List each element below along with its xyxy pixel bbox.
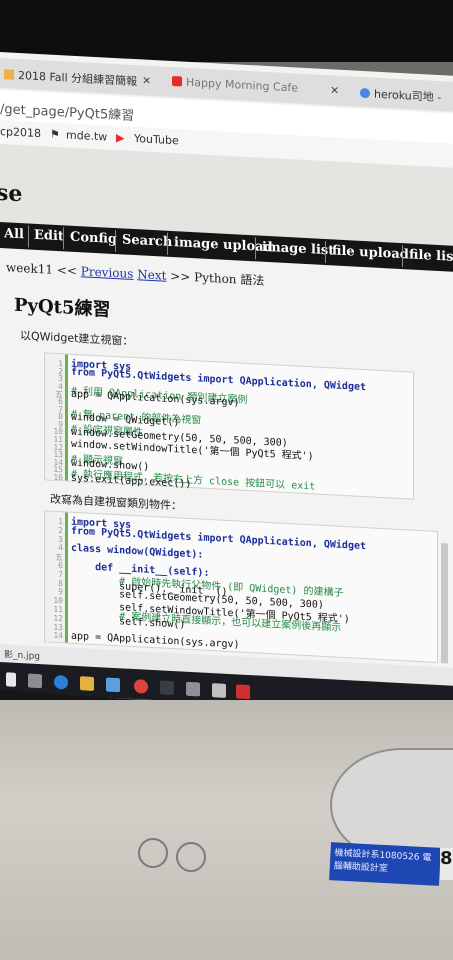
tab-heroku[interactable]: heroku司地 - — [360, 85, 441, 105]
tab-label: heroku司地 - — [374, 87, 442, 105]
outro-text: 改寫為自建視窗類別物件： — [50, 492, 182, 513]
close-icon[interactable]: × — [330, 83, 339, 96]
download-filename[interactable]: 影_n.jpg — [4, 647, 40, 662]
intro-text: 以QWidget建立視窗： — [20, 329, 134, 348]
monitor-screen: 2018 Fall 分組練習簡報 × Happy Morning Cafe × … — [0, 52, 453, 717]
menu-divider — [167, 232, 168, 255]
store-icon[interactable] — [106, 677, 120, 693]
app-icon[interactable] — [212, 683, 226, 698]
bookmark-cp2018[interactable]: cp2018 — [0, 125, 41, 140]
code-block-1: 1 import sys 2 from PyQt5.QtWidgets import … — [44, 352, 414, 500]
menu-divider — [115, 230, 116, 253]
menu-image-list[interactable]: image list — [262, 240, 334, 259]
previous-link[interactable]: Previous — [81, 264, 134, 281]
folder-icon[interactable] — [80, 676, 94, 691]
tab-youtube[interactable]: Happy Morning Cafe — [172, 75, 298, 95]
line-number: 14 — [53, 631, 63, 641]
edge-icon[interactable] — [54, 674, 68, 690]
code-line: class window(QWidget): — [71, 543, 204, 562]
app-icon[interactable] — [160, 680, 174, 696]
youtube-icon: ▶ — [116, 131, 125, 145]
asset-sticker: 機械設計系1080526 電腦輔助設計室 — [329, 842, 441, 886]
bookmark-youtube[interactable]: YouTube — [134, 132, 179, 147]
breadcrumb-prefix: week11 << — [6, 260, 81, 279]
app-icon[interactable] — [236, 684, 250, 700]
page-scrollbar[interactable] — [441, 543, 448, 664]
menu-divider — [255, 237, 256, 260]
photo-scene: 2018 Fall 分組練習簡報 × Happy Morning Cafe × … — [0, 0, 453, 960]
menu-config[interactable]: Config — [70, 230, 117, 247]
menu-divider — [402, 245, 403, 268]
close-icon[interactable]: × — [142, 73, 151, 86]
asset-number: 8 — [440, 848, 453, 880]
line-number: 16 — [53, 472, 63, 483]
menu-divider — [28, 225, 29, 248]
menu-image-upload[interactable]: image upload — [174, 235, 273, 255]
code-line: app = QApplication(sys.argv) — [71, 631, 240, 651]
app-icon[interactable] — [186, 681, 200, 697]
ring-mark — [138, 838, 168, 868]
menu-file-upload[interactable]: file upload — [332, 243, 409, 262]
next-link[interactable]: Next — [137, 267, 166, 283]
menu-file-list[interactable]: file list — [409, 247, 453, 265]
youtube-icon — [172, 76, 182, 87]
tab-label: 2018 Fall 分組練習簡報 — [18, 68, 138, 89]
breadcrumb: week11 << Previous Next >> Python 語法 — [6, 258, 264, 289]
google-icon — [360, 87, 370, 99]
menu-search[interactable]: Search — [122, 232, 172, 250]
bookmark-mde[interactable]: mde.tw — [66, 128, 107, 143]
menu-divider — [63, 227, 64, 250]
task-view-icon[interactable] — [28, 673, 42, 689]
monitor-top-bezel — [0, 0, 453, 62]
breadcrumb-suffix: >> Python 語法 — [166, 268, 265, 288]
tab-presentation[interactable]: 2018 Fall 分組練習簡報 — [4, 66, 137, 89]
document-icon — [4, 69, 14, 80]
menu-all[interactable]: All — [4, 226, 24, 242]
site-title: se — [0, 179, 23, 208]
start-icon[interactable] — [6, 672, 16, 687]
code-block-2: 1 import sys 2 from PyQt5.QtWidgets import … — [44, 510, 438, 663]
menu-edit[interactable]: Edit — [34, 228, 64, 245]
chrome-icon[interactable] — [134, 679, 148, 694]
tab-label: Happy Morning Cafe — [186, 75, 299, 95]
page-title: PyQt5練習 — [14, 294, 111, 321]
menu-divider — [325, 241, 326, 264]
bookmark-icon: ⚑ — [50, 127, 60, 142]
ring-mark — [176, 842, 206, 872]
